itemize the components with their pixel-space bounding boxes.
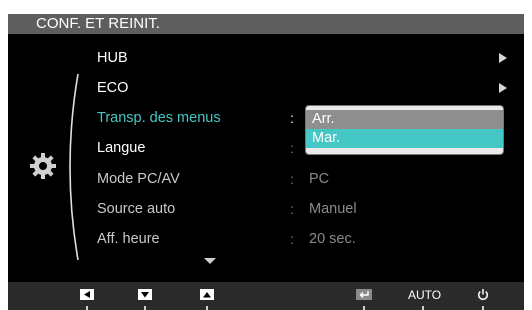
- menu-item-value: Manuel: [309, 201, 357, 217]
- menu-item-label: Langue: [97, 140, 146, 156]
- osd-title-bar: CONF. ET REINIT.: [8, 14, 524, 34]
- menu-item-eco[interactable]: ECO: [97, 76, 517, 100]
- transparency-dropdown[interactable]: Arr. Mar.: [305, 105, 504, 155]
- submenu-arrow-icon: [499, 83, 507, 93]
- menu-item-colon: :: [290, 231, 294, 247]
- left-arrow-icon[interactable]: [80, 289, 94, 300]
- dropdown-option-on[interactable]: Mar.: [306, 129, 503, 148]
- menu-item-label: Aff. heure: [97, 231, 160, 247]
- settings-gear-icon: [30, 153, 56, 179]
- button-tick: [363, 306, 365, 310]
- button-tick: [144, 306, 146, 310]
- dropdown-option-off[interactable]: Arr.: [306, 110, 503, 129]
- menu-item-auto-source[interactable]: Source auto : Manuel: [97, 197, 517, 221]
- menu-item-colon: :: [290, 110, 294, 126]
- enter-icon[interactable]: [356, 289, 372, 300]
- menu-item-pc-av-mode[interactable]: Mode PC/AV : PC: [97, 167, 517, 191]
- scroll-down-icon: [204, 258, 216, 264]
- button-tick: [206, 306, 208, 310]
- menu-item-colon: :: [290, 201, 294, 217]
- menu-arc-decoration: [69, 73, 79, 261]
- menu-item-colon: :: [290, 140, 294, 156]
- menu-item-value: 20 sec.: [309, 231, 356, 247]
- osd-title: CONF. ET REINIT.: [36, 15, 160, 32]
- button-tick: [422, 306, 424, 310]
- button-tick: [482, 306, 484, 310]
- menu-item-label: Mode PC/AV: [97, 171, 180, 187]
- menu-item-hub[interactable]: HUB: [97, 46, 517, 70]
- button-guide-bar: AUTO: [8, 282, 524, 310]
- menu-item-value: PC: [309, 171, 330, 187]
- menu-item-display-time[interactable]: Aff. heure : 20 sec.: [97, 227, 517, 251]
- menu-item-label: Transp. des menus: [97, 110, 221, 126]
- power-icon[interactable]: [477, 288, 489, 301]
- menu-item-colon: :: [290, 171, 294, 187]
- submenu-arrow-icon: [499, 53, 507, 63]
- auto-button[interactable]: AUTO: [408, 288, 441, 302]
- up-arrow-icon[interactable]: [200, 289, 214, 300]
- osd-menu: CONF. ET REINIT. HUB ECO Transp. des men…: [8, 14, 524, 310]
- button-tick: [86, 306, 88, 310]
- menu-item-label: HUB: [97, 50, 128, 66]
- down-arrow-icon[interactable]: [138, 289, 152, 300]
- menu-item-label: Source auto: [97, 201, 176, 217]
- menu-item-label: ECO: [97, 80, 129, 96]
